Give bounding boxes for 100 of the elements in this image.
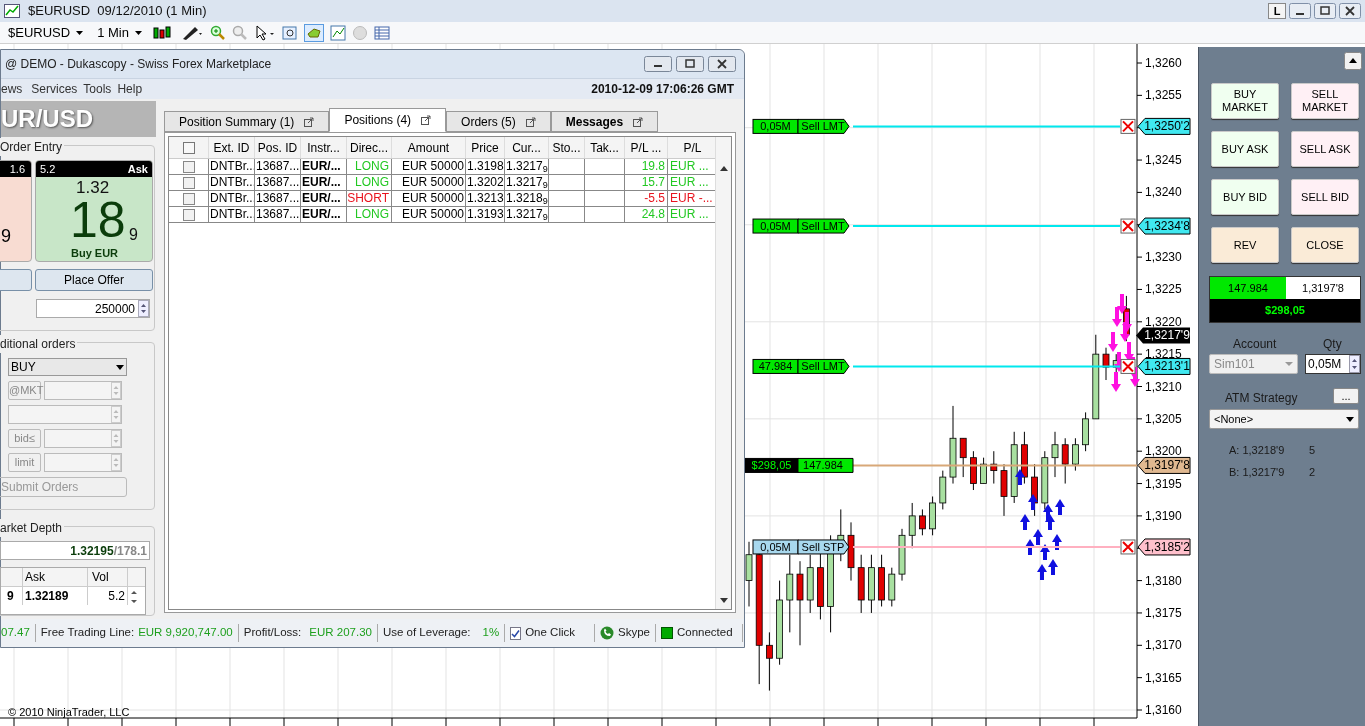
order-button[interactable]: BUY BID (1211, 179, 1279, 215)
layout-button[interactable]: L (1268, 3, 1286, 19)
price-tag: 1,3197'8 (1137, 456, 1191, 474)
one-click-label: One Click (525, 625, 575, 641)
menu-item[interactable]: Help (114, 80, 146, 98)
table-cell: EUR/... (301, 207, 347, 222)
table-cell: 9 (1, 587, 23, 605)
column-header: Pos. ID (255, 137, 301, 158)
table-cell: DNTBr... (209, 191, 255, 206)
profit-label: $298,05 (744, 457, 799, 473)
price-tag: 1,3213'1 (1137, 357, 1191, 375)
order-type-label: Sell LMT (797, 218, 850, 234)
qty-label: Qty (1323, 336, 1342, 353)
quote-action: Buy EUR (71, 246, 119, 261)
price-label: 1,3190 (1145, 508, 1182, 523)
group-label: ditional orders (0, 335, 78, 353)
quote-size: 5 (1309, 443, 1316, 458)
table-cell: SHORT (347, 191, 392, 206)
price-label: 1,3230 (1145, 250, 1182, 265)
quote-price: B: 1,3217'9 (1229, 465, 1285, 480)
order-type-label: Sell STP (797, 539, 850, 555)
table-cell: 1.32189 (23, 587, 88, 605)
status-label: Profit/Loss: (243, 625, 302, 641)
instrument-dropdown[interactable]: $EURUSD (4, 22, 88, 43)
table-cell: EUR/... (301, 191, 347, 206)
account-label: Account (1233, 336, 1277, 353)
table-cell: 1.3193 (466, 207, 505, 222)
column-header: Instr... (301, 137, 347, 158)
tab[interactable]: Positions (4) (329, 108, 447, 132)
position-size-label: 147.984 (797, 457, 854, 473)
table-cell: DNTBr... (209, 207, 255, 222)
quote-pipette: 9 (129, 225, 138, 245)
tab[interactable]: Messages (550, 111, 659, 132)
quote-price: A: 1,3218'9 (1229, 443, 1285, 458)
quantity-label: 47.984 (752, 358, 799, 374)
quote-volume: 5.2 (40, 161, 56, 177)
price-label: 1,3210 (1145, 379, 1182, 394)
order-button[interactable]: CLOSE (1291, 227, 1359, 263)
column-header: Price (466, 137, 505, 158)
order-type-label: Sell LMT (797, 118, 850, 134)
quote-price-prefix: 1.32 (76, 179, 110, 197)
column-header: Amount (392, 137, 466, 158)
window-title: @ DEMO - Dukascopy - Swiss Forex Marketplace (4, 56, 272, 73)
market-depth-field: 1.32195/178.1 (0, 541, 150, 560)
table-cell: 1.3217$_{9}$ (505, 207, 549, 222)
column-header: Direc... (347, 137, 392, 158)
table-cell: EUR/... (301, 175, 347, 190)
position-quantity: 147.984 (1210, 277, 1286, 299)
tab[interactable]: Position Summary (1) (164, 111, 330, 132)
menu-item[interactable]: ews (1, 80, 29, 98)
price-label: 1,3180 (1145, 573, 1182, 588)
table-cell: 13687... (255, 191, 301, 206)
table-cell: 1.3213 (466, 191, 505, 206)
price-label: 1,3240 (1145, 185, 1182, 200)
average-price: 1,3197'8 (1286, 277, 1360, 299)
quote-volume: 1.6 (0, 161, 31, 177)
atm-strategy-label: ATM Strategy (1225, 390, 1298, 407)
price-label: 1,3160 (1145, 703, 1182, 717)
column-header: Tak... (585, 137, 625, 158)
menu-item[interactable]: Tools (80, 80, 115, 98)
table-cell: 1.3218$_{9}$ (505, 191, 549, 206)
ask-quote-panel[interactable]: 5.2 Ask 1.32 18 9 Buy EUR (35, 160, 153, 262)
price-tag: 1,3234'8 (1137, 217, 1191, 235)
column-header: Vol (88, 568, 128, 586)
tab[interactable]: Orders (5) (446, 111, 551, 132)
table-cell: 1.3202 (466, 175, 505, 190)
price-label: 1,3255 (1145, 88, 1182, 103)
interval-dropdown[interactable]: 1 Min (93, 22, 146, 43)
status-value: EUR 207.30 (309, 625, 372, 641)
profit-loss-value: $298,05 (1210, 299, 1360, 322)
side-dropdown[interactable]: BUY (8, 358, 127, 376)
table-cell: LONG (347, 175, 392, 190)
bid-quote-panel[interactable]: 1.6 9 (0, 160, 32, 262)
amount-field[interactable]: 250000 (36, 299, 150, 318)
table-cell: DNTBr... (209, 159, 255, 174)
atm-options-button[interactable]: ... (1333, 388, 1359, 404)
place-offer-button[interactable]: Place Offer (35, 269, 153, 291)
order-button[interactable]: SELL ASK (1291, 131, 1359, 167)
quantity-field[interactable]: 0,05M (1305, 354, 1361, 374)
balance-value: 07.47 (1, 625, 30, 641)
window-title: $EURUSD 09/12/2010 (1 Min) (28, 2, 207, 21)
column-header: P/L ... (625, 137, 668, 158)
status-value: EUR 9,920,747.00 (138, 625, 233, 641)
status-label: Use of Leverage: (382, 625, 471, 641)
order-button[interactable]: SELL MARKET (1291, 83, 1359, 119)
status-label: Free Trading Line: (40, 625, 135, 641)
order-button[interactable]: BUY ASK (1211, 131, 1279, 167)
order-button[interactable]: REV (1211, 227, 1279, 263)
quote-big-figure: 18 (70, 200, 126, 240)
quote-pipette: 9 (1, 225, 11, 248)
table-cell: 15.7 (625, 175, 668, 190)
table-cell: EUR/... (301, 159, 347, 174)
table-cell: 24.8 (625, 207, 668, 222)
order-button[interactable]: BUY MARKET (1211, 83, 1279, 119)
order-button[interactable]: SELL BID (1291, 179, 1359, 215)
atm-strategy-dropdown[interactable]: <None> (1209, 409, 1359, 429)
table-cell: -5.5 (625, 191, 668, 206)
table-cell: EUR 50000 (392, 191, 466, 206)
table-cell: LONG (347, 207, 392, 222)
menu-item[interactable]: Services (28, 80, 81, 98)
